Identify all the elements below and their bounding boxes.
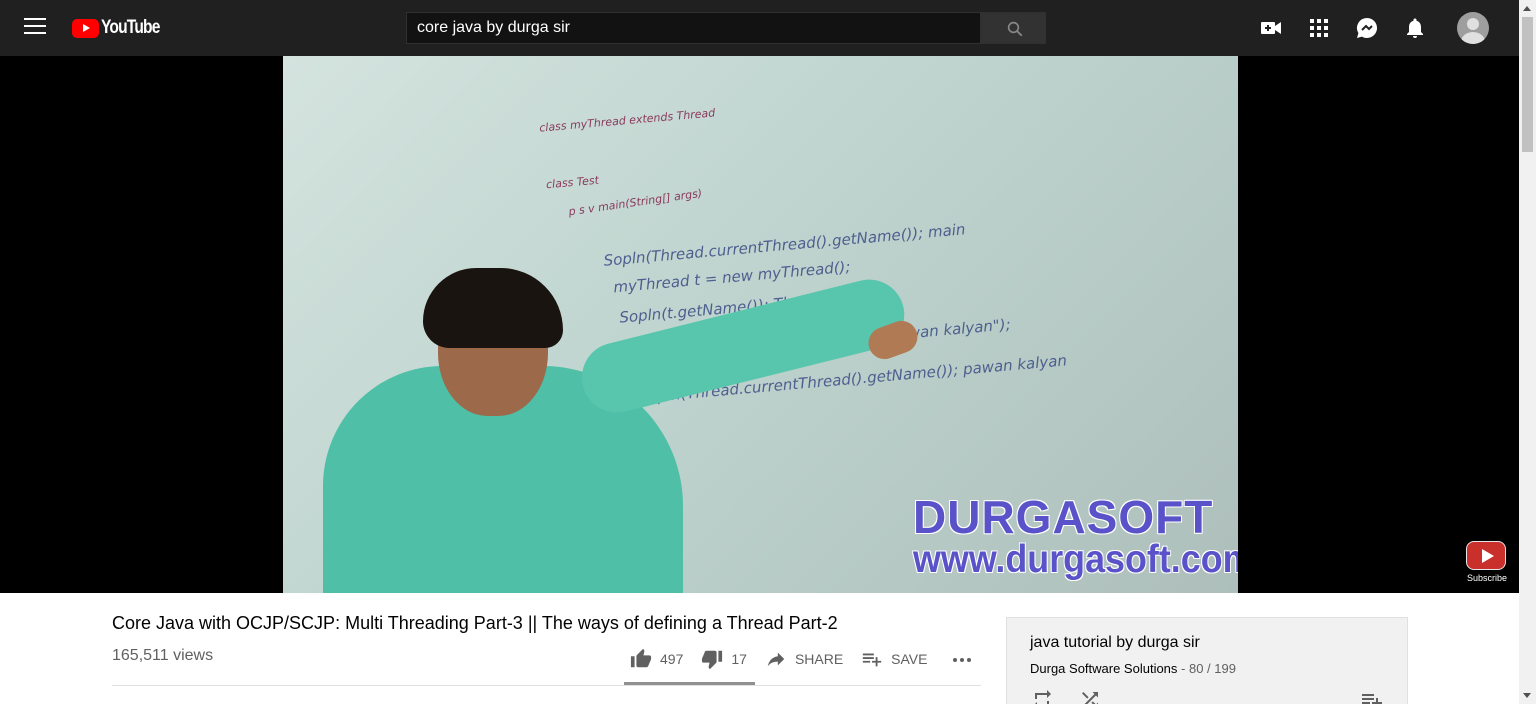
search-button[interactable] <box>981 12 1046 44</box>
playlist-position: - 80 / 199 <box>1177 661 1236 676</box>
scrollbar-thumb[interactable] <box>1522 17 1533 152</box>
dislike-button[interactable]: 17 <box>701 648 747 670</box>
thumbs-up-icon <box>630 648 652 668</box>
playlist-owner[interactable]: Durga Software Solutions <box>1030 661 1177 676</box>
video-player[interactable]: class myThread extends Thread class Test… <box>0 56 1519 593</box>
watermark-line-1: DURGASOFT <box>913 491 1214 543</box>
logo-wordmark: YouTube <box>101 17 160 38</box>
playlist-panel: java tutorial by durga sir Durga Softwar… <box>1006 617 1408 704</box>
share-button[interactable]: SHARE <box>765 648 843 670</box>
board-line-1: class myThread extends Thread <box>538 106 716 135</box>
thumbs-down-icon <box>702 650 723 670</box>
notifications-icon[interactable] <box>1403 16 1427 40</box>
presenter-hair <box>423 268 563 348</box>
watermark-line-2: www.durgasoft.com <box>913 538 1238 581</box>
dislike-count: 17 <box>731 651 747 667</box>
board-line-3: p s v main(String[] args) <box>567 186 703 219</box>
scroll-down-arrow-icon[interactable] <box>1523 693 1531 698</box>
info-divider <box>112 685 981 686</box>
view-count: 165,511 views <box>112 647 214 664</box>
save-button[interactable]: SAVE <box>861 648 927 670</box>
search-icon <box>1007 21 1023 37</box>
playlist-owner-line: Durga Software Solutions - 80 / 199 <box>1030 661 1236 676</box>
scroll-up-arrow-icon[interactable] <box>1523 6 1531 11</box>
playlist-save-icon[interactable] <box>1360 688 1384 704</box>
subscribe-label: Subscribe <box>1466 573 1508 583</box>
create-video-icon[interactable] <box>1259 16 1283 40</box>
menu-icon[interactable] <box>24 18 46 38</box>
board-line-2: class Test <box>545 173 600 192</box>
video-actions: 497 17 SHARE SAVE <box>630 646 945 672</box>
apps-icon[interactable] <box>1307 16 1331 40</box>
share-label: SHARE <box>794 651 844 667</box>
masthead: YouTube core java by durga sir <box>0 0 1519 56</box>
more-horizontal-icon <box>953 658 971 662</box>
playlist-add-icon <box>863 653 882 667</box>
search-input[interactable]: core java by durga sir <box>406 12 981 44</box>
share-icon <box>767 652 785 667</box>
youtube-logo[interactable]: YouTube <box>72 17 172 39</box>
loop-playlist-icon[interactable] <box>1030 688 1054 704</box>
video-frame[interactable]: class myThread extends Thread class Test… <box>283 56 1238 593</box>
subscribe-icon <box>1466 541 1506 570</box>
playlist-title[interactable]: java tutorial by durga sir <box>1030 634 1200 652</box>
save-label: SAVE <box>891 651 928 667</box>
like-count: 497 <box>660 651 684 667</box>
messages-icon[interactable] <box>1355 16 1379 40</box>
account-avatar[interactable] <box>1457 12 1489 44</box>
subscribe-branding-button[interactable]: Subscribe <box>1466 541 1508 583</box>
video-title: Core Java with OCJP/SCJP: Multi Threadin… <box>112 613 838 633</box>
shuffle-playlist-icon[interactable] <box>1078 688 1102 704</box>
more-actions-button[interactable] <box>950 648 974 677</box>
page-scrollbar[interactable] <box>1519 0 1536 704</box>
youtube-play-icon <box>72 18 99 38</box>
like-button[interactable]: 497 <box>630 648 683 670</box>
channel-watermark: DURGASOFT www.durgasoft.com <box>913 494 1238 579</box>
